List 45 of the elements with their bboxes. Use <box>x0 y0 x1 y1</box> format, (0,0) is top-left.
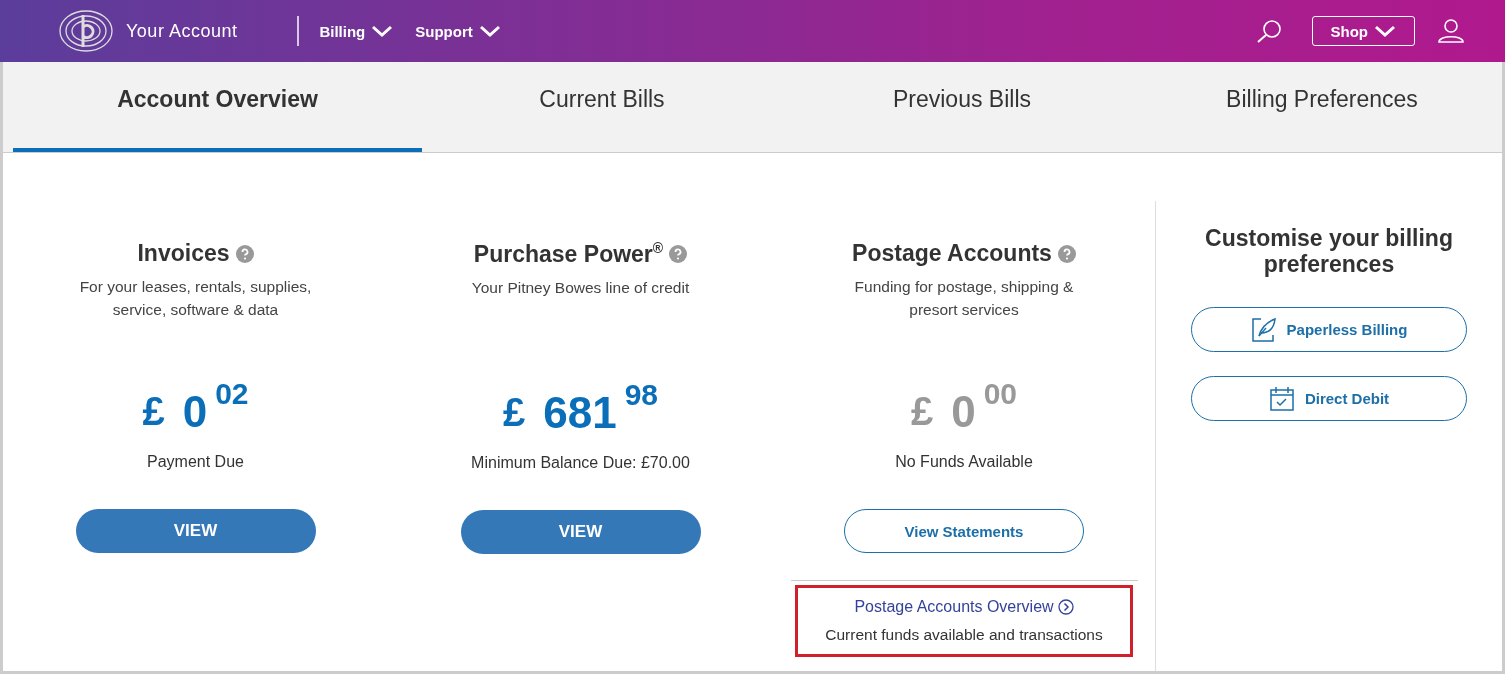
statements-button[interactable]: View Statements <box>844 509 1084 553</box>
tab[interactable]: Billing Preferences <box>1142 62 1502 152</box>
calendar-icon <box>1268 385 1295 412</box>
logo-icon[interactable] <box>58 9 114 53</box>
nav-menu[interactable]: Support <box>415 22 501 40</box>
amount-caption: Minimum Balance Due: £70.00 <box>471 453 690 472</box>
overview-link[interactable]: Postage Accounts Overview <box>854 598 1074 616</box>
tab[interactable]: Previous Bills <box>782 62 1142 152</box>
card-description: Funding for postage, shipping & presort services <box>853 277 1075 320</box>
help-icon[interactable] <box>235 244 254 263</box>
preference-button[interactable]: Paperless Billing <box>1191 307 1467 352</box>
brand-title: Your Account <box>126 20 238 42</box>
amount-caption: No Funds Available <box>895 453 1033 471</box>
chevron-circle-icon <box>1057 599 1074 615</box>
amount-caption: Payment Due <box>147 453 244 471</box>
amount-cents: 02 <box>215 377 249 411</box>
tab[interactable]: Current Bills <box>422 62 782 152</box>
leaf-document-icon <box>1250 316 1277 343</box>
tab[interactable]: Account Overview <box>13 62 422 152</box>
amount-whole: 0 <box>182 387 208 437</box>
shop-button[interactable]: Shop <box>1311 16 1415 46</box>
amount-whole: 681 <box>543 387 617 438</box>
amount-cents: 00 <box>983 377 1018 411</box>
chevron-down-icon <box>478 25 501 37</box>
card-title: Postage Accounts <box>852 240 1052 267</box>
chevron-down-icon <box>1374 25 1396 37</box>
card-description: For your leases, rentals, supplies, service, software & data <box>78 277 313 320</box>
help-icon[interactable] <box>1057 244 1076 263</box>
overview-note: Current funds available and transactions <box>825 626 1103 644</box>
view-button[interactable]: VIEW <box>460 509 701 554</box>
card-description: Your Pitney Bowes line of credit <box>470 277 691 298</box>
amount-whole: 0 <box>951 387 976 437</box>
help-icon[interactable] <box>669 244 688 263</box>
currency-symbol: £ <box>910 389 934 434</box>
card-title: Purchase Power$^{®}$ <box>473 240 664 268</box>
preferences-title: Customise your billing preferences <box>1204 225 1454 277</box>
chevron-down-icon <box>371 25 394 37</box>
user-icon[interactable] <box>1437 18 1465 44</box>
card-title: Invoices <box>137 240 230 267</box>
view-button[interactable]: VIEW <box>75 509 316 553</box>
nav-menu[interactable]: Billing <box>319 22 394 40</box>
currency-symbol: £ <box>142 389 165 434</box>
currency-symbol: £ <box>502 389 526 435</box>
preference-button[interactable]: Direct Debit <box>1191 376 1467 421</box>
amount-cents: 98 <box>624 377 658 412</box>
